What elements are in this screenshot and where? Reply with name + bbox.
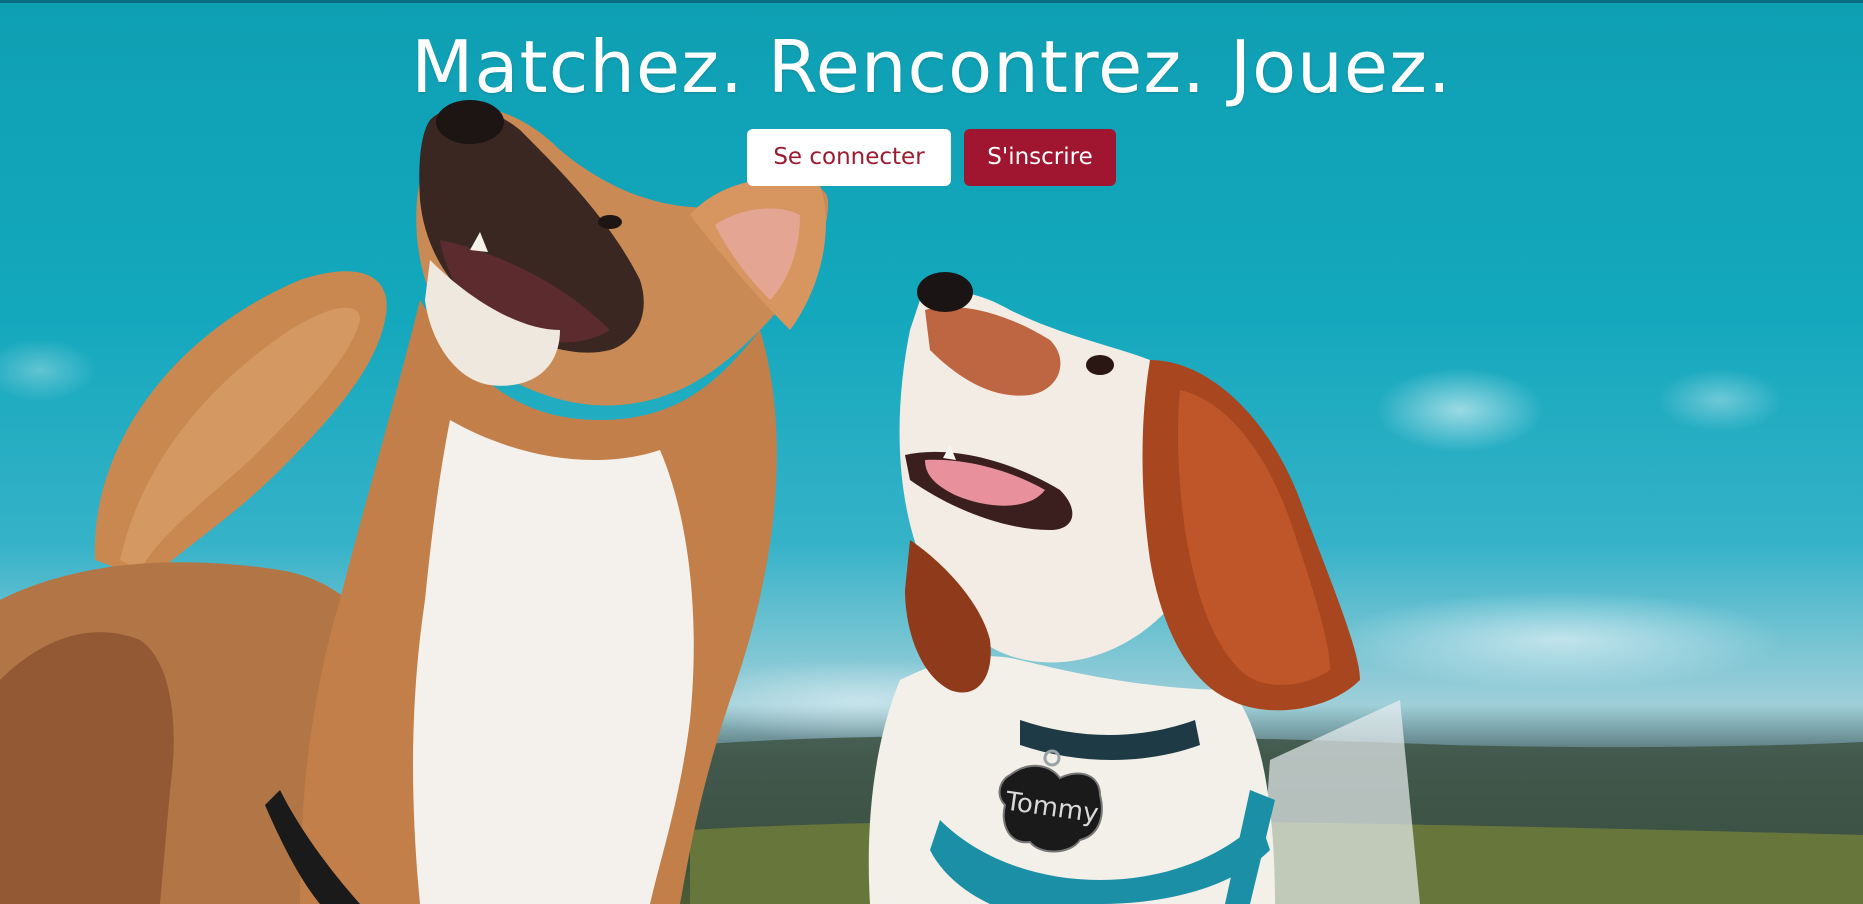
signup-button[interactable]: S'inscrire — [964, 129, 1116, 186]
hero-actions: Se connecter S'inscrire — [0, 129, 1863, 186]
login-button[interactable]: Se connecter — [747, 129, 951, 186]
hero-headline: Matchez. Rencontrez. Jouez. — [411, 25, 1452, 109]
hero-section: Tommy Matchez. Rencontrez. Jouez. Se con… — [0, 0, 1863, 904]
